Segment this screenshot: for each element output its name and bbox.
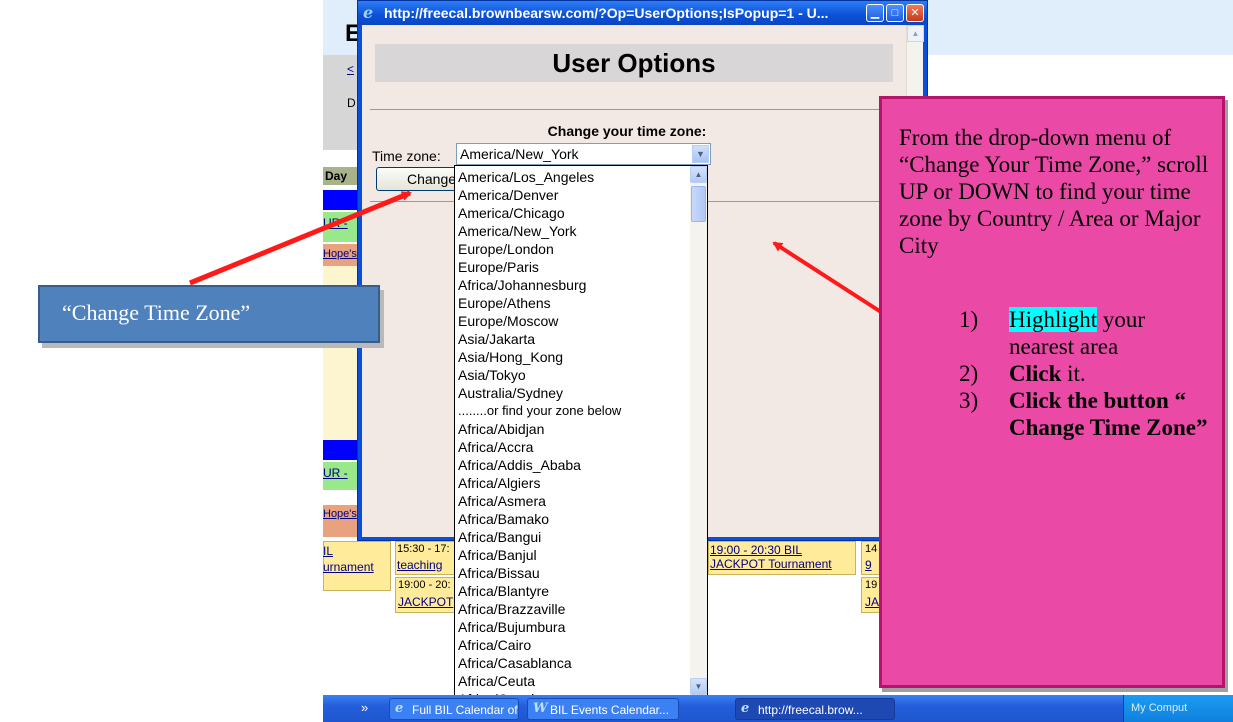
dropdown-option[interactable]: Africa/Bujumbura (458, 618, 688, 636)
dropdown-option[interactable]: America/Denver (458, 186, 688, 204)
dropdown-option[interactable]: Africa/Casablanca (458, 654, 688, 672)
hope-link-2[interactable]: Hope's (323, 508, 357, 520)
dropdown-option[interactable]: Africa/Bissau (458, 564, 688, 582)
change-time-zone-button[interactable]: Change Time Zone (376, 167, 466, 191)
scroll-up-icon[interactable]: ▲ (907, 25, 924, 42)
dropdown-options: America/Los_Angeles America/Denver America… (458, 168, 688, 695)
scroll-down-icon[interactable]: ▼ (690, 678, 707, 695)
step-number: 3) (959, 388, 979, 413)
step-number: 1) (959, 307, 979, 332)
word-document-icon: W (533, 701, 548, 716)
dropdown-option[interactable]: Africa/Banjul (458, 546, 688, 564)
chevron-down-icon[interactable]: ▼ (692, 145, 709, 163)
event-cell-5-link[interactable]: 9 (865, 558, 872, 572)
dropdown-option[interactable]: Africa/Bangui (458, 528, 688, 546)
event-cell-1-line1[interactable]: IL (323, 544, 333, 558)
highlight-text: Highlight (1009, 307, 1098, 332)
dropdown-option[interactable]: Africa/Johannesburg (458, 276, 688, 294)
dropdown-option[interactable]: Africa/Addis_Ababa (458, 456, 688, 474)
step-text: it. (1061, 361, 1086, 386)
time-zone-select[interactable]: America/New_York ▼ (456, 143, 711, 165)
dropdown-option[interactable]: Africa/Ceuta (458, 672, 688, 690)
dropdown-option[interactable]: Asia/Hong_Kong (458, 348, 688, 366)
blue-band-2 (323, 440, 359, 460)
dropdown-option[interactable]: Africa/Brazzaville (458, 600, 688, 618)
change-time-zone-callout: “Change Time Zone” (38, 285, 380, 343)
dropdown-option[interactable]: Europe/Moscow (458, 312, 688, 330)
dropdown-option[interactable]: ........or find your zone below (458, 402, 688, 420)
instructions-intro: From the drop-down menu of “Change Your … (899, 125, 1209, 258)
tz-label: Time zone: (372, 148, 441, 164)
dropdown-option[interactable]: Europe/Athens (458, 294, 688, 312)
close-button[interactable]: ✕ (906, 4, 924, 22)
dropdown-option[interactable]: Africa/Asmera (458, 492, 688, 510)
dropdown-option[interactable]: Africa/Abidjan (458, 420, 688, 438)
dropdown-option[interactable]: America/New_York (458, 222, 688, 240)
instruction-step-1: 1) Highlight your nearest area (959, 306, 1208, 360)
taskbar-chevron-icon[interactable]: » (361, 700, 368, 715)
system-tray[interactable]: My Comput (1123, 695, 1233, 722)
dropdown-option[interactable]: Africa/Accra (458, 438, 688, 456)
dropdown-option[interactable]: Europe/London (458, 240, 688, 258)
internet-explorer-icon: e (741, 701, 750, 716)
maximize-button[interactable]: □ (886, 4, 904, 22)
dropdown-option[interactable]: Australia/Sydney (458, 384, 688, 402)
day-header-label: Day (325, 169, 348, 183)
dropdown-option[interactable]: Africa/Cairo (458, 636, 688, 654)
taskbar-item-full-calendar[interactable]: e Full BIL Calendar of ... (389, 698, 519, 720)
taskbar: » e Full BIL Calendar of ... WBIL Events … (323, 695, 1233, 722)
band2-link[interactable]: UR - (323, 466, 348, 480)
scroll-up-icon[interactable]: ▲ (690, 166, 707, 183)
step-number: 2) (959, 361, 979, 386)
event-cell-2-time: 15:30 - 17: (397, 543, 450, 555)
dropdown-option[interactable]: America/Chicago (458, 204, 688, 222)
dropdown-option[interactable]: Asia/Tokyo (458, 366, 688, 384)
event-cell-5-text: 14 (865, 543, 878, 555)
event-cell-2-title[interactable]: teaching (397, 558, 442, 572)
event-cell-3-time: 19:00 - 20: (398, 579, 451, 591)
divider-top (370, 109, 910, 110)
event-cell-6-link[interactable]: JA (865, 595, 879, 609)
page-title: User Options (375, 44, 893, 82)
dropdown-option[interactable]: Africa/Bamako (458, 510, 688, 528)
page-header-band-right (923, 0, 1233, 55)
event-cell-3-title[interactable]: JACKPOT (398, 595, 453, 609)
instruction-step-3: 3) Click the button “ Change Time Zone” (959, 387, 1208, 441)
taskbar-item-label: http://freecal.brow... (758, 703, 863, 717)
internet-explorer-icon: e (363, 3, 374, 22)
instruction-steps: 1) Highlight your nearest area 2) Click … (899, 306, 1208, 441)
taskbar-item-events-calendar[interactable]: W BIL Events Calendar... (527, 698, 679, 720)
blue-band-1 (323, 190, 359, 210)
event-cell-6-text: 19 (865, 579, 878, 591)
scroll-thumb[interactable] (691, 186, 706, 222)
step-bold-text: Click the button “ Change Time Zone” (1009, 388, 1208, 440)
taskbar-item-label: BIL Events Calendar... (550, 703, 669, 717)
instructions-callout: From the drop-down menu of “Change Your … (879, 96, 1225, 688)
step-bold-text: Click (1009, 361, 1062, 386)
minimize-button[interactable]: ▁ (866, 4, 884, 22)
dropdown-option[interactable]: Europe/Paris (458, 258, 688, 276)
internet-explorer-icon: e (395, 701, 404, 716)
taskbar-item-label: Full BIL Calendar of ... (412, 703, 518, 717)
taskbar-item-freecal[interactable]: e http://freecal.brow... (735, 698, 895, 720)
band1-link[interactable]: UR - (323, 216, 348, 230)
instruction-step-2: 2) Click it. (959, 360, 1208, 387)
page-line-letter: D (347, 96, 356, 110)
nav-prev-link[interactable]: < (347, 62, 354, 76)
dropdown-option[interactable]: Asia/Jakarta (458, 330, 688, 348)
dropdown-option[interactable]: America/Los_Angeles (458, 168, 688, 186)
event-cell-4-time[interactable]: 19:00 - 20:30 BIL (710, 543, 802, 557)
event-cell-1-line2[interactable]: urnament (323, 560, 374, 574)
time-zone-dropdown-list[interactable]: America/Los_Angeles America/Denver America… (454, 165, 708, 696)
popup-title-text: http://freecal.brownbearsw.com/?Op=UserO… (384, 5, 829, 21)
event-cell-4-title[interactable]: JACKPOT Tournament (710, 557, 832, 571)
dropdown-scrollbar[interactable]: ▲ ▼ (690, 166, 707, 695)
dropdown-option[interactable]: Africa/Algiers (458, 474, 688, 492)
tz-section-heading: Change your time zone: (547, 123, 707, 139)
time-zone-selected-value: America/New_York (460, 146, 579, 162)
dropdown-option[interactable]: Africa/Blantyre (458, 582, 688, 600)
popup-title-bar[interactable]: e http://freecal.brownbearsw.com/?Op=Use… (358, 1, 927, 25)
hope-link-1[interactable]: Hope's (323, 248, 357, 260)
